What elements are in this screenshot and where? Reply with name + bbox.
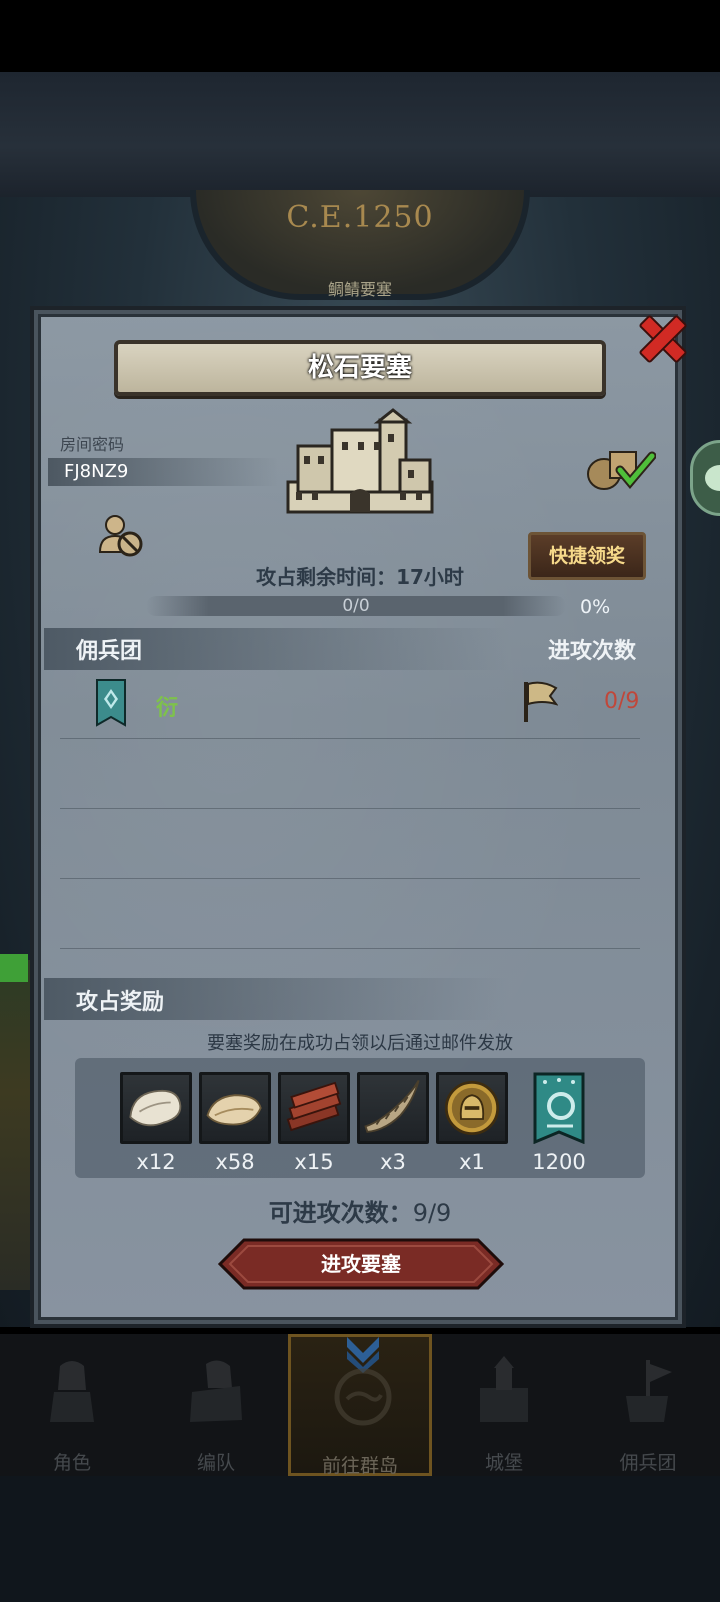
nav-label: 角色	[52, 1452, 91, 1474]
reward-item[interactable]: x3	[357, 1072, 429, 1174]
nav-item-mercenary[interactable]: 佣兵团	[576, 1334, 720, 1476]
reward-qty: x58	[215, 1150, 255, 1174]
hide-icon	[206, 1094, 262, 1126]
capture-progress-bar: 0/0	[146, 596, 566, 616]
reward-item[interactable]: x1	[436, 1072, 508, 1174]
list-divider	[60, 808, 640, 809]
list-divider	[60, 878, 640, 879]
user-blocked-icon[interactable]	[98, 514, 144, 558]
reward-qty: 1200	[532, 1150, 586, 1174]
castle-icon	[480, 1356, 528, 1422]
side-map-strip	[0, 960, 30, 1290]
mercenary-attack-count: 0/9	[604, 689, 640, 714]
mercenary-icon	[626, 1360, 672, 1422]
guild-name[interactable]: 衍	[156, 690, 178, 722]
nav-item-team[interactable]: 编队	[144, 1334, 288, 1476]
knight-helmet-coin-icon	[444, 1080, 500, 1136]
mercenary-header: 佣兵团	[76, 639, 143, 664]
list-divider	[60, 948, 640, 949]
bottom-background	[0, 1476, 720, 1602]
nav-label: 编队	[196, 1452, 235, 1474]
close-icon[interactable]	[632, 308, 688, 364]
bottom-nav: 角色 编队 前往群岛 城堡 佣兵团	[0, 1334, 720, 1477]
wood-planks-icon	[286, 1081, 342, 1132]
capture-progress-percent: 0%	[580, 596, 611, 618]
room-password-label: 房间密码	[60, 435, 125, 454]
fortress-castle-icon	[286, 408, 434, 514]
era-label: C.E.1250	[286, 200, 434, 235]
rewards-hint: 要塞奖励在成功占领以后通过邮件发放	[207, 1033, 513, 1054]
remaining-time: 攻占剩余时间：17小时	[256, 565, 464, 589]
rewards-header: 攻占奖励	[76, 990, 165, 1015]
dialog-title: 松石要塞	[307, 353, 412, 383]
horn-icon	[364, 1080, 420, 1133]
era-dial: C.E.1250 鲷鲭要塞	[190, 190, 530, 300]
attack-button-label: 进攻要塞	[321, 1252, 401, 1276]
nav-label: 城堡	[484, 1452, 523, 1474]
reward-qty: x1	[459, 1150, 485, 1174]
fur-pelt-icon	[129, 1089, 182, 1127]
flag-icon	[524, 681, 558, 722]
reward-item[interactable]: x15	[278, 1072, 350, 1174]
title-banner: 松石要塞	[114, 340, 606, 396]
list-divider	[60, 738, 640, 739]
nav-item-castle[interactable]: 城堡	[432, 1334, 576, 1476]
reward-qty: x12	[136, 1150, 176, 1174]
available-attacks: 可进攻次数：9/9	[0, 1193, 720, 1228]
guild-banner-icon	[96, 679, 126, 727]
knight-icon	[50, 1361, 94, 1422]
reward-item[interactable]: x58	[199, 1072, 271, 1174]
nav-label: 前往群岛	[321, 1455, 398, 1477]
background-band	[0, 72, 720, 197]
nav-label: 佣兵团	[619, 1452, 677, 1474]
team-icon	[190, 1360, 242, 1422]
reward-bag-check-icon[interactable]	[584, 444, 656, 492]
available-attacks-label: 可进攻次数：	[268, 1199, 413, 1227]
available-attacks-value: 9/9	[412, 1199, 452, 1227]
attack-count-header: 进攻次数	[548, 639, 637, 664]
compass-icon	[334, 1368, 392, 1426]
reward-item[interactable]: 1200	[523, 1072, 595, 1174]
top-black-bar	[0, 0, 720, 72]
reward-qty: x15	[294, 1150, 334, 1174]
nav-item-islands[interactable]: 前往群岛	[288, 1334, 432, 1477]
attack-fortress-button[interactable]: 进攻要塞	[217, 1238, 505, 1290]
capture-progress-count: 0/0	[342, 596, 370, 616]
era-subtitle: 鲷鲭要塞	[327, 280, 392, 299]
room-password-value: FJ8NZ9	[64, 461, 129, 482]
reward-qty: x3	[380, 1150, 406, 1174]
reward-item[interactable]: x12	[120, 1072, 192, 1174]
side-green-tag[interactable]	[0, 954, 28, 982]
nav-item-character[interactable]: 角色	[0, 1334, 144, 1476]
guild-banner-reward-icon	[533, 1072, 585, 1145]
